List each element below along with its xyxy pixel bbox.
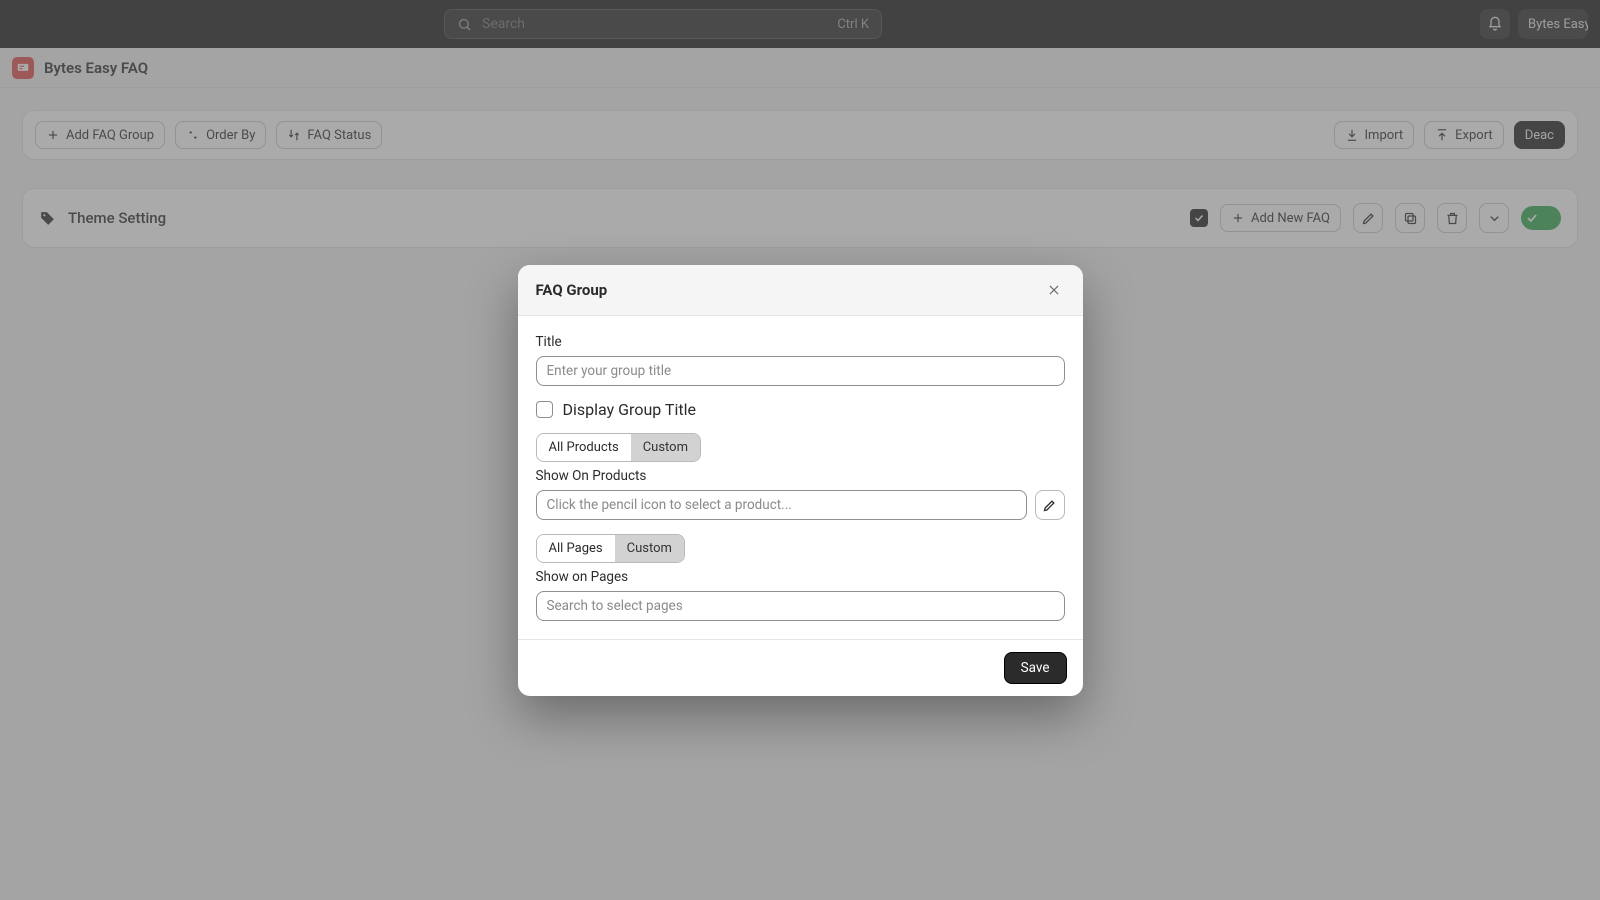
modal-header: FAQ Group	[518, 265, 1083, 316]
display-title-checkbox[interactable]	[536, 401, 553, 418]
products-segment: All Products Custom	[536, 433, 701, 462]
display-title-row[interactable]: Display Group Title	[536, 400, 1065, 419]
pencil-icon	[1042, 498, 1057, 513]
group-title-input[interactable]	[536, 356, 1065, 386]
save-button[interactable]: Save	[1004, 652, 1067, 684]
modal-body: Title Display Group Title All Products C…	[518, 316, 1083, 639]
modal-overlay[interactable]: FAQ Group Title Display Group Title All …	[0, 0, 1600, 900]
pages-segment: All Pages Custom	[536, 534, 685, 563]
seg-all-pages[interactable]: All Pages	[537, 535, 615, 562]
faq-group-modal: FAQ Group Title Display Group Title All …	[518, 265, 1083, 696]
select-products-button[interactable]	[1035, 490, 1065, 520]
title-label: Title	[536, 334, 1065, 350]
display-title-label: Display Group Title	[563, 400, 696, 419]
modal-title: FAQ Group	[536, 281, 1043, 299]
modal-close-button[interactable]	[1043, 279, 1065, 301]
show-on-products-label: Show On Products	[536, 468, 1065, 484]
products-input[interactable]	[536, 490, 1027, 520]
close-icon	[1047, 283, 1061, 297]
seg-custom-pages[interactable]: Custom	[615, 535, 684, 562]
pages-input[interactable]	[536, 591, 1065, 621]
modal-footer: Save	[518, 639, 1083, 696]
show-on-pages-label: Show on Pages	[536, 569, 1065, 585]
seg-custom-products[interactable]: Custom	[631, 434, 700, 461]
seg-all-products[interactable]: All Products	[537, 434, 631, 461]
